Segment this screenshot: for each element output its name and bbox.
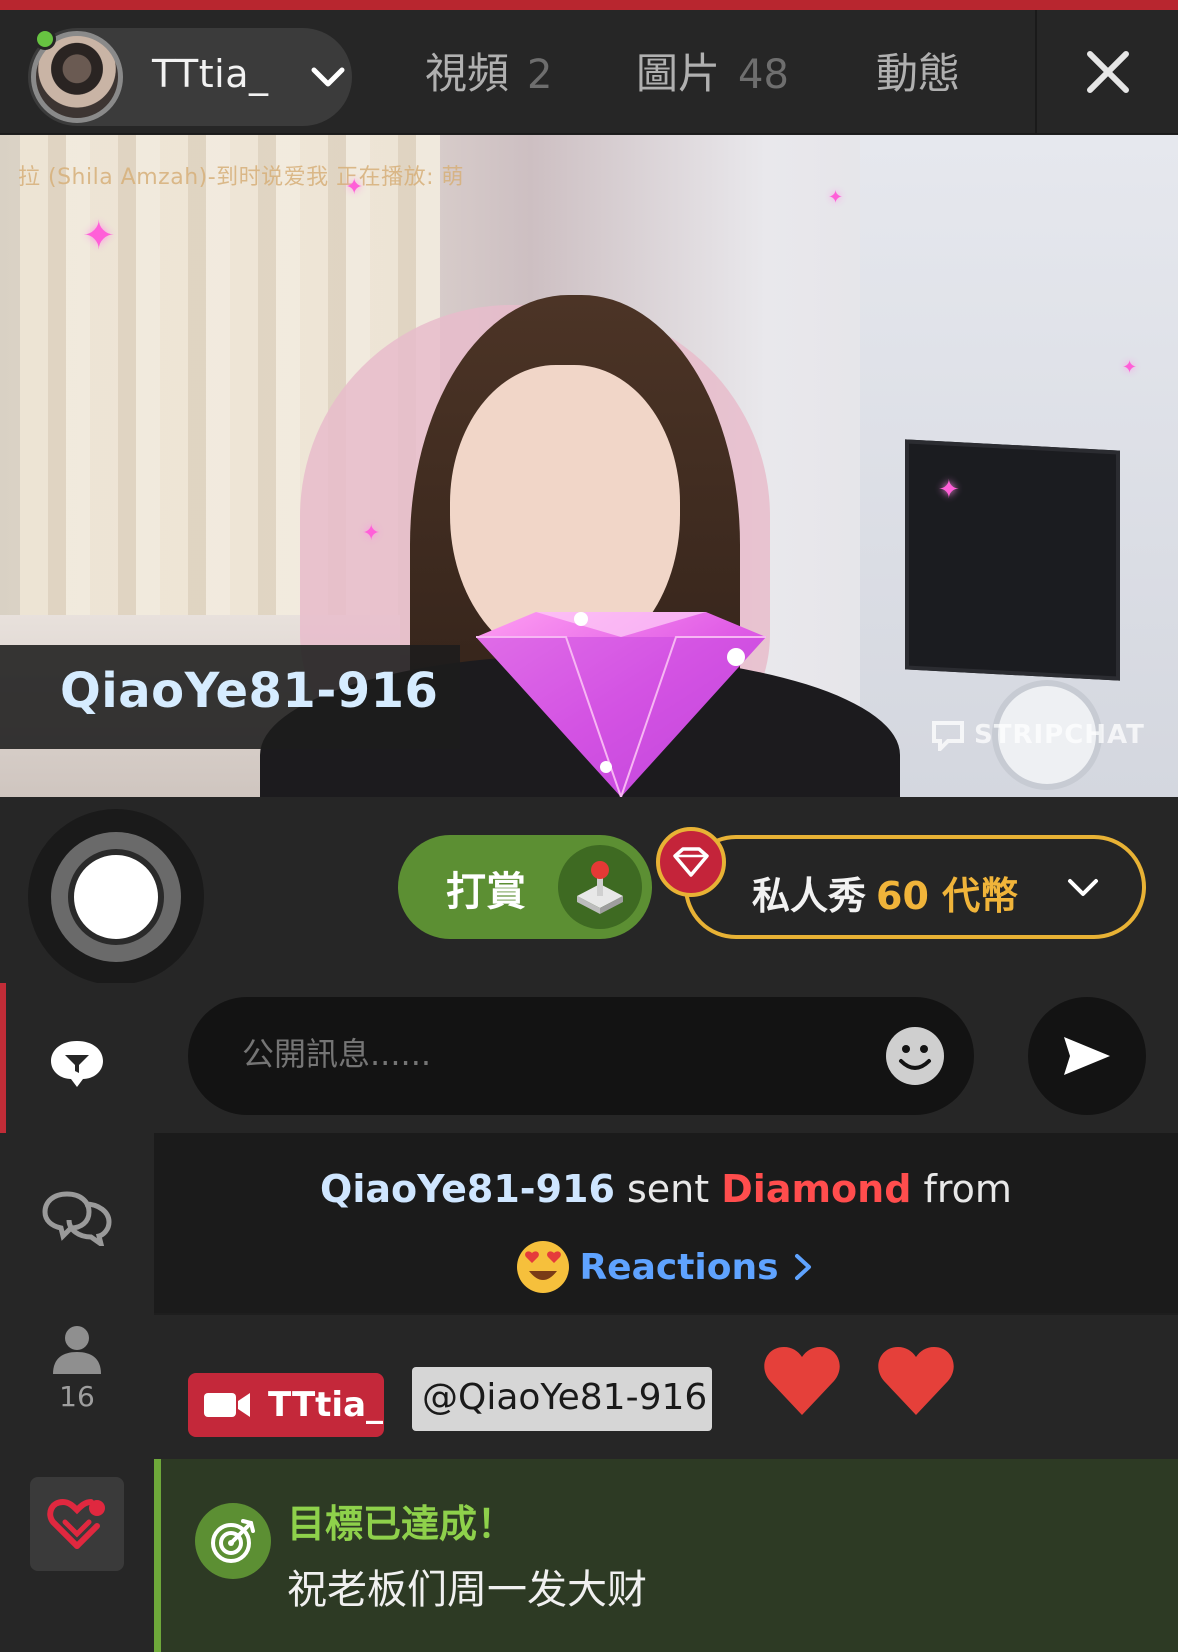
tab-label: 圖片 [636,49,721,98]
action-controls: 打賞 私人秀 60 代幣 [0,797,1178,985]
tab-count: 48 [738,52,789,98]
joystick-icon [558,845,642,929]
chat-bubble-logo-icon [932,721,964,751]
private-show-price: 60 代幣 [876,874,1019,918]
tip-button[interactable]: 打賞 [398,835,652,939]
diamond-icon [476,612,766,797]
live-video[interactable]: 拉 (Shila Amzah)-到时说爱我 正在播放: 萌 ✦ ✦ ✦ ✦ ✦ … [0,135,1178,797]
private-show-button[interactable]: 私人秀 60 代幣 [684,835,1146,939]
mention-chip[interactable]: @QiaoYe81-916 [412,1367,712,1431]
sparkle-icon: ✦ [938,475,960,505]
heart-icon [878,1347,954,1415]
reactions-link-label: Reactions [579,1246,779,1288]
public-message-input[interactable] [242,1035,802,1073]
close-icon [1086,51,1129,93]
model-username: TTtia_ [152,52,269,96]
chat-panel: QiaoYe81-916 sent Diamond from Reactions [154,983,1178,1652]
goal-title: 目標已達成！ [287,1502,516,1546]
watermark-text: STRIPCHAT [974,720,1145,750]
tab-feed[interactable]: 動態 [876,40,960,101]
tab-count: 2 [527,52,553,98]
diamond-icon [673,847,709,877]
sidebar-item-users[interactable]: 16 [0,1313,154,1423]
chevron-down-icon [311,67,345,87]
top-accent-strip [0,0,1178,10]
record-ring [51,832,181,962]
model-mention-message: TTtia_ @QiaoYe81-916 [154,1313,1178,1459]
gift-message-line: QiaoYe81-916 sent Diamond from [154,1167,1178,1211]
model-badge[interactable]: TTtia_ [188,1373,384,1437]
video-camera-icon [204,1393,250,1417]
sparkle-icon: ✦ [1122,357,1138,378]
heart-favorite-icon [47,1498,105,1549]
private-chat-icon [42,1191,112,1246]
chevron-right-icon [794,1254,811,1280]
sparkle-icon: ✦ [345,175,364,200]
user-icon [53,1325,101,1374]
goal-description: 祝老板们周一发大财 [287,1567,647,1613]
gift-message-from: from [923,1167,1012,1211]
user-count: 16 [59,1379,95,1413]
send-icon [1064,1037,1110,1075]
sparkle-icon: ✦ [82,213,116,259]
sparkle-icon: ✦ [828,187,844,208]
tip-button-label: 打賞 [446,869,526,915]
sparkle-icon: ✦ [362,521,381,546]
heart-eyes-emoji-icon [517,1241,570,1293]
sidebar-item-private-messages[interactable] [0,1178,154,1258]
header: TTtia_ 視頻 2 圖片 48 動態 [0,10,1178,134]
tab-label: 視頻 [425,49,510,98]
stripchat-watermark: STRIPCHAT [930,719,1145,751]
private-show-label: 私人秀 [752,874,867,918]
tab-label: 動態 [876,49,961,98]
gift-notification-message: QiaoYe81-916 sent Diamond from Reactions [154,1133,1178,1313]
private-show-text: 私人秀 60 代幣 [752,865,1018,920]
reactions-link[interactable]: Reactions [154,1239,1178,1295]
chat-sidebar: 16 [0,983,154,1652]
gift-message-user[interactable]: QiaoYe81-916 [320,1167,615,1211]
model-selector[interactable]: TTtia_ [28,28,352,126]
gift-sender-name: QiaoYe81-916 [60,663,439,719]
sidebar-item-favorites[interactable] [30,1477,124,1571]
gift-message-sent: sent [626,1167,710,1211]
private-show-badge [656,827,726,897]
gift-message-gift: Diamond [721,1167,912,1211]
heart-icon [764,1347,840,1415]
tab-photos[interactable]: 圖片 48 [636,40,789,101]
record-inner [68,849,164,945]
message-input-bar [188,997,974,1115]
goal-reached-message: 目標已達成！ 祝老板们周一发大财 [154,1459,1178,1652]
record-button[interactable] [28,809,204,985]
model-badge-name: TTtia_ [268,1385,384,1425]
now-playing-overlay: 拉 (Shila Amzah)-到时说爱我 正在播放: 萌 [18,165,465,190]
sidebar-item-public-chat[interactable] [0,1023,154,1103]
target-icon [195,1503,271,1579]
smiley-icon[interactable] [884,1025,946,1087]
send-button[interactable] [1028,997,1146,1115]
close-button[interactable] [1035,10,1178,134]
chevron-down-icon [1068,879,1098,896]
mention-text: @QiaoYe81-916 [422,1377,708,1418]
chat-icon [51,1041,103,1087]
online-indicator [34,28,56,50]
tab-videos[interactable]: 視頻 2 [425,40,552,101]
